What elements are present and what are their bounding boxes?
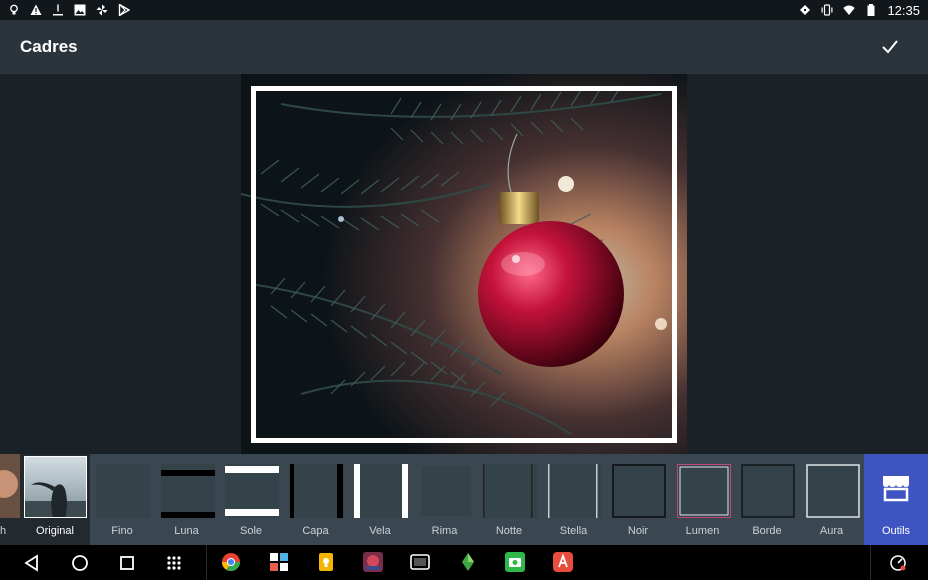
frame-thumbnail-luna (160, 464, 215, 518)
lightbulb-icon (8, 4, 20, 16)
frame-item-aura[interactable]: Aura (800, 454, 864, 545)
frame-thumbnail-sole (225, 464, 279, 518)
media-icon[interactable] (410, 552, 430, 572)
frame-label-sole: Sole (239, 525, 263, 537)
status-bar: 12:35 (0, 0, 928, 20)
original-thumbnail (24, 456, 87, 518)
frame-thumbnail-vela (354, 464, 408, 518)
photo-preview[interactable] (241, 74, 687, 454)
nav-divider (206, 545, 207, 580)
confirm-button[interactable] (876, 33, 904, 61)
home-icon (72, 555, 88, 571)
tools-label: Outils (881, 525, 911, 537)
frame-label-capa: Capa (302, 525, 329, 537)
frame-thumbnail-stella (547, 464, 602, 518)
chrome-icon[interactable] (221, 552, 241, 572)
frame-item-sole[interactable]: Sole (219, 454, 283, 545)
wifi-icon (843, 4, 856, 16)
editor-canvas (0, 74, 928, 454)
frame-thumbnail-capa (287, 464, 344, 518)
frame-item-stella[interactable]: Stella (542, 454, 606, 545)
frame-item-partial[interactable]: h (0, 454, 20, 545)
warning-icon (30, 4, 42, 16)
frame-label-noir: Noir (627, 525, 649, 537)
status-time: 12:35 (887, 2, 920, 18)
frame-item-vela[interactable]: Vela (348, 454, 412, 545)
back-button[interactable] (18, 549, 46, 577)
frame-item-luna[interactable]: Luna (155, 454, 219, 545)
frame-thumbnail-borde (741, 464, 795, 518)
frame-thumbnail-fino (96, 464, 150, 518)
app-bar: Cadres (0, 20, 928, 74)
page-title: Cadres (20, 37, 78, 56)
navigation-bar (0, 545, 928, 580)
adobe-app-icon[interactable] (553, 552, 573, 572)
keep-icon[interactable] (316, 552, 336, 572)
frame-label-vela: Vela (369, 525, 391, 537)
photo-collage-icon[interactable] (269, 552, 289, 572)
play-store-icon (118, 4, 130, 16)
app-drawer-icon (167, 556, 181, 570)
frame-item-capa[interactable]: Capa (284, 454, 348, 545)
frame-label-original: Original (36, 525, 74, 537)
check-icon (882, 40, 898, 54)
home-button[interactable] (66, 549, 94, 577)
frame-thumbnail-noir (612, 464, 666, 518)
frame-thumbnail-rima (418, 464, 473, 518)
frame-label-fino: Fino (111, 525, 133, 537)
frame-label-lumen: Lumen (685, 525, 720, 537)
frame-item-original[interactable]: Original (20, 454, 90, 545)
download-icon (52, 4, 64, 16)
image-icon (74, 4, 86, 16)
game-icon[interactable] (363, 552, 383, 572)
frame-item-borde[interactable]: Borde (735, 454, 799, 545)
back-icon (24, 554, 38, 572)
vibrate-icon (821, 4, 833, 16)
frame-thumbnail-aura (805, 464, 860, 518)
snapseed-icon[interactable] (458, 552, 478, 572)
partial-thumbnail (0, 454, 20, 518)
frame-label-notte: Notte (495, 525, 523, 537)
frame-label-luna: Luna (174, 525, 199, 537)
camera-app-icon[interactable] (505, 552, 525, 572)
recents-button[interactable] (113, 549, 141, 577)
frame-label-aura: Aura (819, 525, 844, 537)
app-drawer-button[interactable] (160, 549, 188, 577)
applied-frame-overlay (251, 86, 677, 443)
battery-icon (865, 4, 877, 16)
tools-button[interactable]: Outils (864, 454, 928, 545)
notification-icon (799, 4, 811, 16)
frame-label-rima: Rima (431, 525, 458, 537)
frame-item-lumen[interactable]: Lumen (671, 454, 735, 545)
frame-label-partial: h (0, 525, 7, 537)
pinwheel-icon (96, 4, 108, 16)
frame-item-fino[interactable]: Fino (90, 454, 154, 545)
floating-app-button[interactable] (884, 549, 912, 577)
nav-divider-right (870, 545, 871, 580)
frame-thumbnail-notte (483, 464, 537, 518)
frame-label-borde: Borde (752, 525, 782, 537)
frame-item-notte[interactable]: Notte (477, 454, 541, 545)
store-icon (883, 476, 909, 502)
frame-thumbnail-lumen (676, 464, 731, 518)
frame-item-rima[interactable]: Rima (413, 454, 477, 545)
speed-dial-icon (890, 555, 906, 571)
frame-label-stella: Stella (559, 525, 588, 537)
frame-item-noir[interactable]: Noir (606, 454, 670, 545)
recents-icon (120, 556, 134, 570)
frame-strip: h Original Fino Luna Sole Capa Vela Rima Notte… (0, 454, 928, 545)
